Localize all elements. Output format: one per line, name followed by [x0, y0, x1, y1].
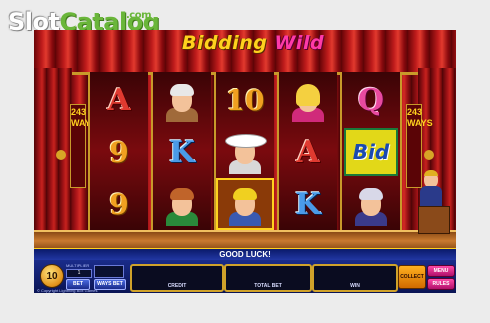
old-man-icon: [155, 76, 209, 124]
win-meter: WIN: [312, 264, 398, 292]
game-title: Bidding Wild: [182, 32, 324, 54]
reel-grid: A 9 9 K 10 A K Q Bid: [88, 72, 402, 230]
collect-button[interactable]: COLLECT: [398, 265, 426, 289]
young-man-icon: [155, 180, 209, 228]
bid-wild-symbol: Bid: [344, 128, 398, 176]
ways-bet-button[interactable]: WAYS BET: [94, 279, 126, 290]
bet-button[interactable]: BET: [66, 279, 90, 290]
cowboy-icon: [218, 128, 272, 176]
symbol-k-blue: K: [294, 186, 322, 222]
reel-5: Q Bid: [340, 72, 402, 230]
total-bet-meter: TOTAL BET: [224, 264, 312, 292]
symbol-a-red: A: [296, 134, 320, 170]
symbol-9: 9: [109, 135, 129, 169]
auctioneer-icon: [414, 170, 450, 234]
reel-2: K: [151, 72, 211, 230]
symbol-k-blue: K: [168, 134, 196, 170]
blonde-man-icon: [216, 178, 274, 230]
multiplier-value: 1: [66, 269, 92, 278]
right-tassel-icon: [424, 150, 434, 160]
reel-4: A K: [277, 72, 337, 230]
game-window: Bidding Wild 243 WAYS 243 WAYS A 9 9 K 1…: [34, 30, 456, 293]
win-label: WIN: [350, 283, 360, 289]
ways-count-right: 243: [407, 107, 423, 117]
coin-value-button[interactable]: 10: [40, 264, 64, 288]
menu-button[interactable]: MENU: [427, 265, 455, 277]
old-woman-icon: [344, 180, 398, 228]
left-tassel-icon: [56, 150, 66, 160]
watermark-com: .com: [126, 10, 152, 21]
multiplier-label: MULTIPLIER: [66, 263, 90, 268]
title-word-bidding: Bidding: [182, 32, 268, 54]
total-bet-label: TOTAL BET: [254, 283, 282, 289]
ways-bet-display: [94, 265, 124, 278]
title-word-wild: Wild: [274, 32, 325, 54]
symbol-9: 9: [109, 187, 129, 221]
ways-label-left: WAYS: [71, 118, 97, 128]
reel-3: 10: [214, 72, 274, 230]
credit-label: CREDIT: [167, 283, 187, 289]
symbol-10: 10: [225, 83, 265, 117]
credit-meter: CREDIT: [130, 264, 224, 292]
ways-label-right: WAYS: [407, 118, 433, 128]
control-console: 10 © Copyright Lightning Box Games MULTI…: [34, 260, 456, 293]
symbol-q-pink: Q: [357, 82, 385, 118]
symbol-a-red: A: [107, 82, 131, 118]
reel-1: A 9 9: [88, 72, 148, 230]
ways-count-left: 243: [71, 107, 87, 117]
blonde-woman-icon: [281, 76, 335, 124]
rules-button[interactable]: RULES: [427, 278, 455, 290]
ways-indicator-left: 243 WAYS: [70, 104, 97, 188]
